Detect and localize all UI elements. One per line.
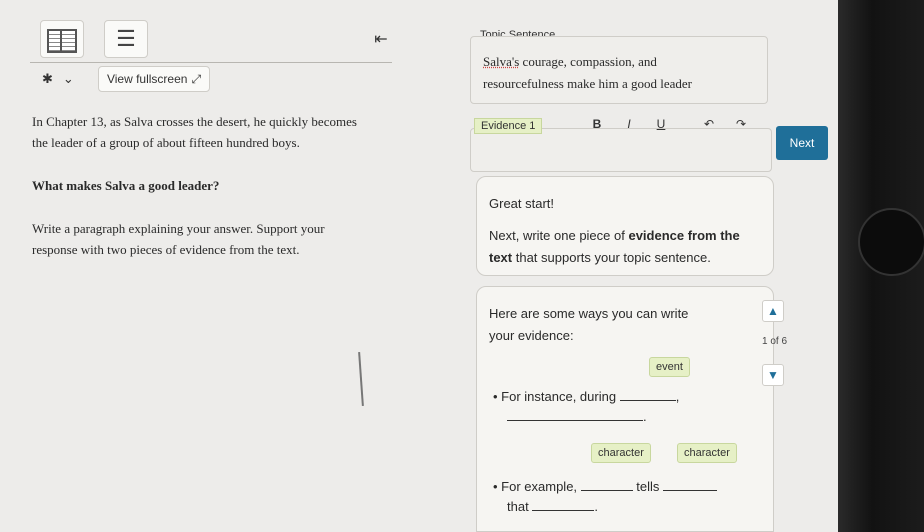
book-icon	[47, 29, 77, 53]
evidence-examples-panel: Here are some ways you can write your ev…	[476, 286, 774, 532]
italic-button[interactable]: I	[620, 117, 638, 131]
coach-line1-bold: evidence from the	[628, 228, 740, 243]
topic-sentence-name: Salva's	[483, 54, 520, 69]
underline-button[interactable]: U	[652, 117, 670, 131]
blank	[532, 497, 595, 511]
camera-icon	[858, 208, 924, 276]
topic-sentence-field[interactable]: Salva's courage, compassion, and resourc…	[470, 36, 768, 104]
next-example-button[interactable]: ▼	[762, 364, 784, 386]
coach-line2-bold: text	[489, 250, 513, 265]
topic-sentence-line1: Salva's courage, compassion, and	[483, 51, 757, 73]
prompt-instruction-line2: response with two pieces of evidence fro…	[32, 242, 300, 257]
view-fullscreen-label: View fullscreen	[106, 72, 188, 86]
device-bezel	[838, 0, 924, 532]
prompt-context-line2: the leader of a group of about fifteen h…	[32, 135, 300, 150]
coach-line1: Next, write one piece of evidence from t…	[489, 225, 761, 247]
blank	[580, 477, 633, 491]
examples-heading: Here are some ways you can write your ev…	[489, 303, 729, 347]
previous-example-button[interactable]: ▲	[762, 300, 784, 322]
view-fullscreen-button[interactable]: View fullscreen ⤢	[98, 66, 210, 92]
example-bullet-2-b: tells	[636, 479, 660, 494]
coach-line2-text: that supports your topic sentence.	[512, 250, 711, 265]
chip-character-2: character	[677, 443, 737, 463]
redo-icon[interactable]: ↷	[732, 117, 750, 131]
evidence-1-field[interactable]	[470, 128, 772, 172]
blank	[619, 387, 676, 401]
chevron-down-icon: ▼	[767, 368, 779, 382]
undo-icon[interactable]: ↶	[700, 117, 718, 131]
blank	[507, 407, 643, 421]
example-bullet-1: • For instance, during , .	[493, 387, 680, 424]
settings-dropdown[interactable]: ✱ ⌄	[30, 68, 90, 90]
chip-character-1: character	[591, 443, 651, 463]
topic-sentence-line2: resourcefulness make him a good leader	[483, 76, 693, 91]
chevron-up-icon: ▲	[767, 304, 779, 318]
coach-message: Great start! Next, write one piece of ev…	[476, 176, 774, 276]
coach-line1-text: Next, write one piece of	[489, 228, 629, 243]
blank	[663, 477, 718, 491]
expand-icon: ⤢	[191, 71, 202, 86]
coach-greeting: Great start!	[489, 196, 555, 211]
chevron-down-icon: ⌄	[62, 71, 74, 86]
gear-icon: ✱	[42, 71, 53, 86]
bold-button[interactable]: B	[588, 117, 606, 131]
divider	[30, 62, 392, 63]
prompt-instruction-line1: Write a paragraph explaining your answer…	[32, 221, 325, 236]
checklist-button[interactable]: ☰	[104, 20, 148, 58]
chip-event: event	[649, 357, 690, 377]
example-bullet-2-a: For example,	[501, 479, 578, 494]
checklist-icon: ☰	[116, 26, 136, 51]
evidence-1-label: Evidence 1	[474, 118, 543, 134]
examples-heading-line2: your evidence:	[489, 328, 574, 343]
topic-sentence-line1-rest: courage, compassion, and	[519, 54, 657, 69]
pencil-mark	[358, 351, 364, 407]
book-view-button[interactable]	[40, 20, 84, 58]
example-bullet-2: • For example, tells that .	[493, 477, 743, 517]
coach-line2: text that supports your topic sentence.	[489, 247, 761, 269]
prompt-question: What makes Salva a good leader?	[32, 178, 220, 193]
prompt-context-line1: In Chapter 13, as Salva crosses the dese…	[32, 114, 357, 129]
page-indicator: 1 of 6	[762, 336, 788, 347]
example-bullet-1-text: For instance, during	[501, 389, 617, 404]
screen: ☰ ⇤ ✱ ⌄ View fullscreen ⤢ In Chapter 13,…	[0, 0, 838, 532]
collapse-panel-icon[interactable]: ⇤	[370, 30, 392, 48]
examples-heading-line1: Here are some ways you can write	[489, 306, 689, 321]
next-button[interactable]: Next	[776, 126, 828, 160]
example-bullet-2-c: that	[507, 499, 529, 514]
